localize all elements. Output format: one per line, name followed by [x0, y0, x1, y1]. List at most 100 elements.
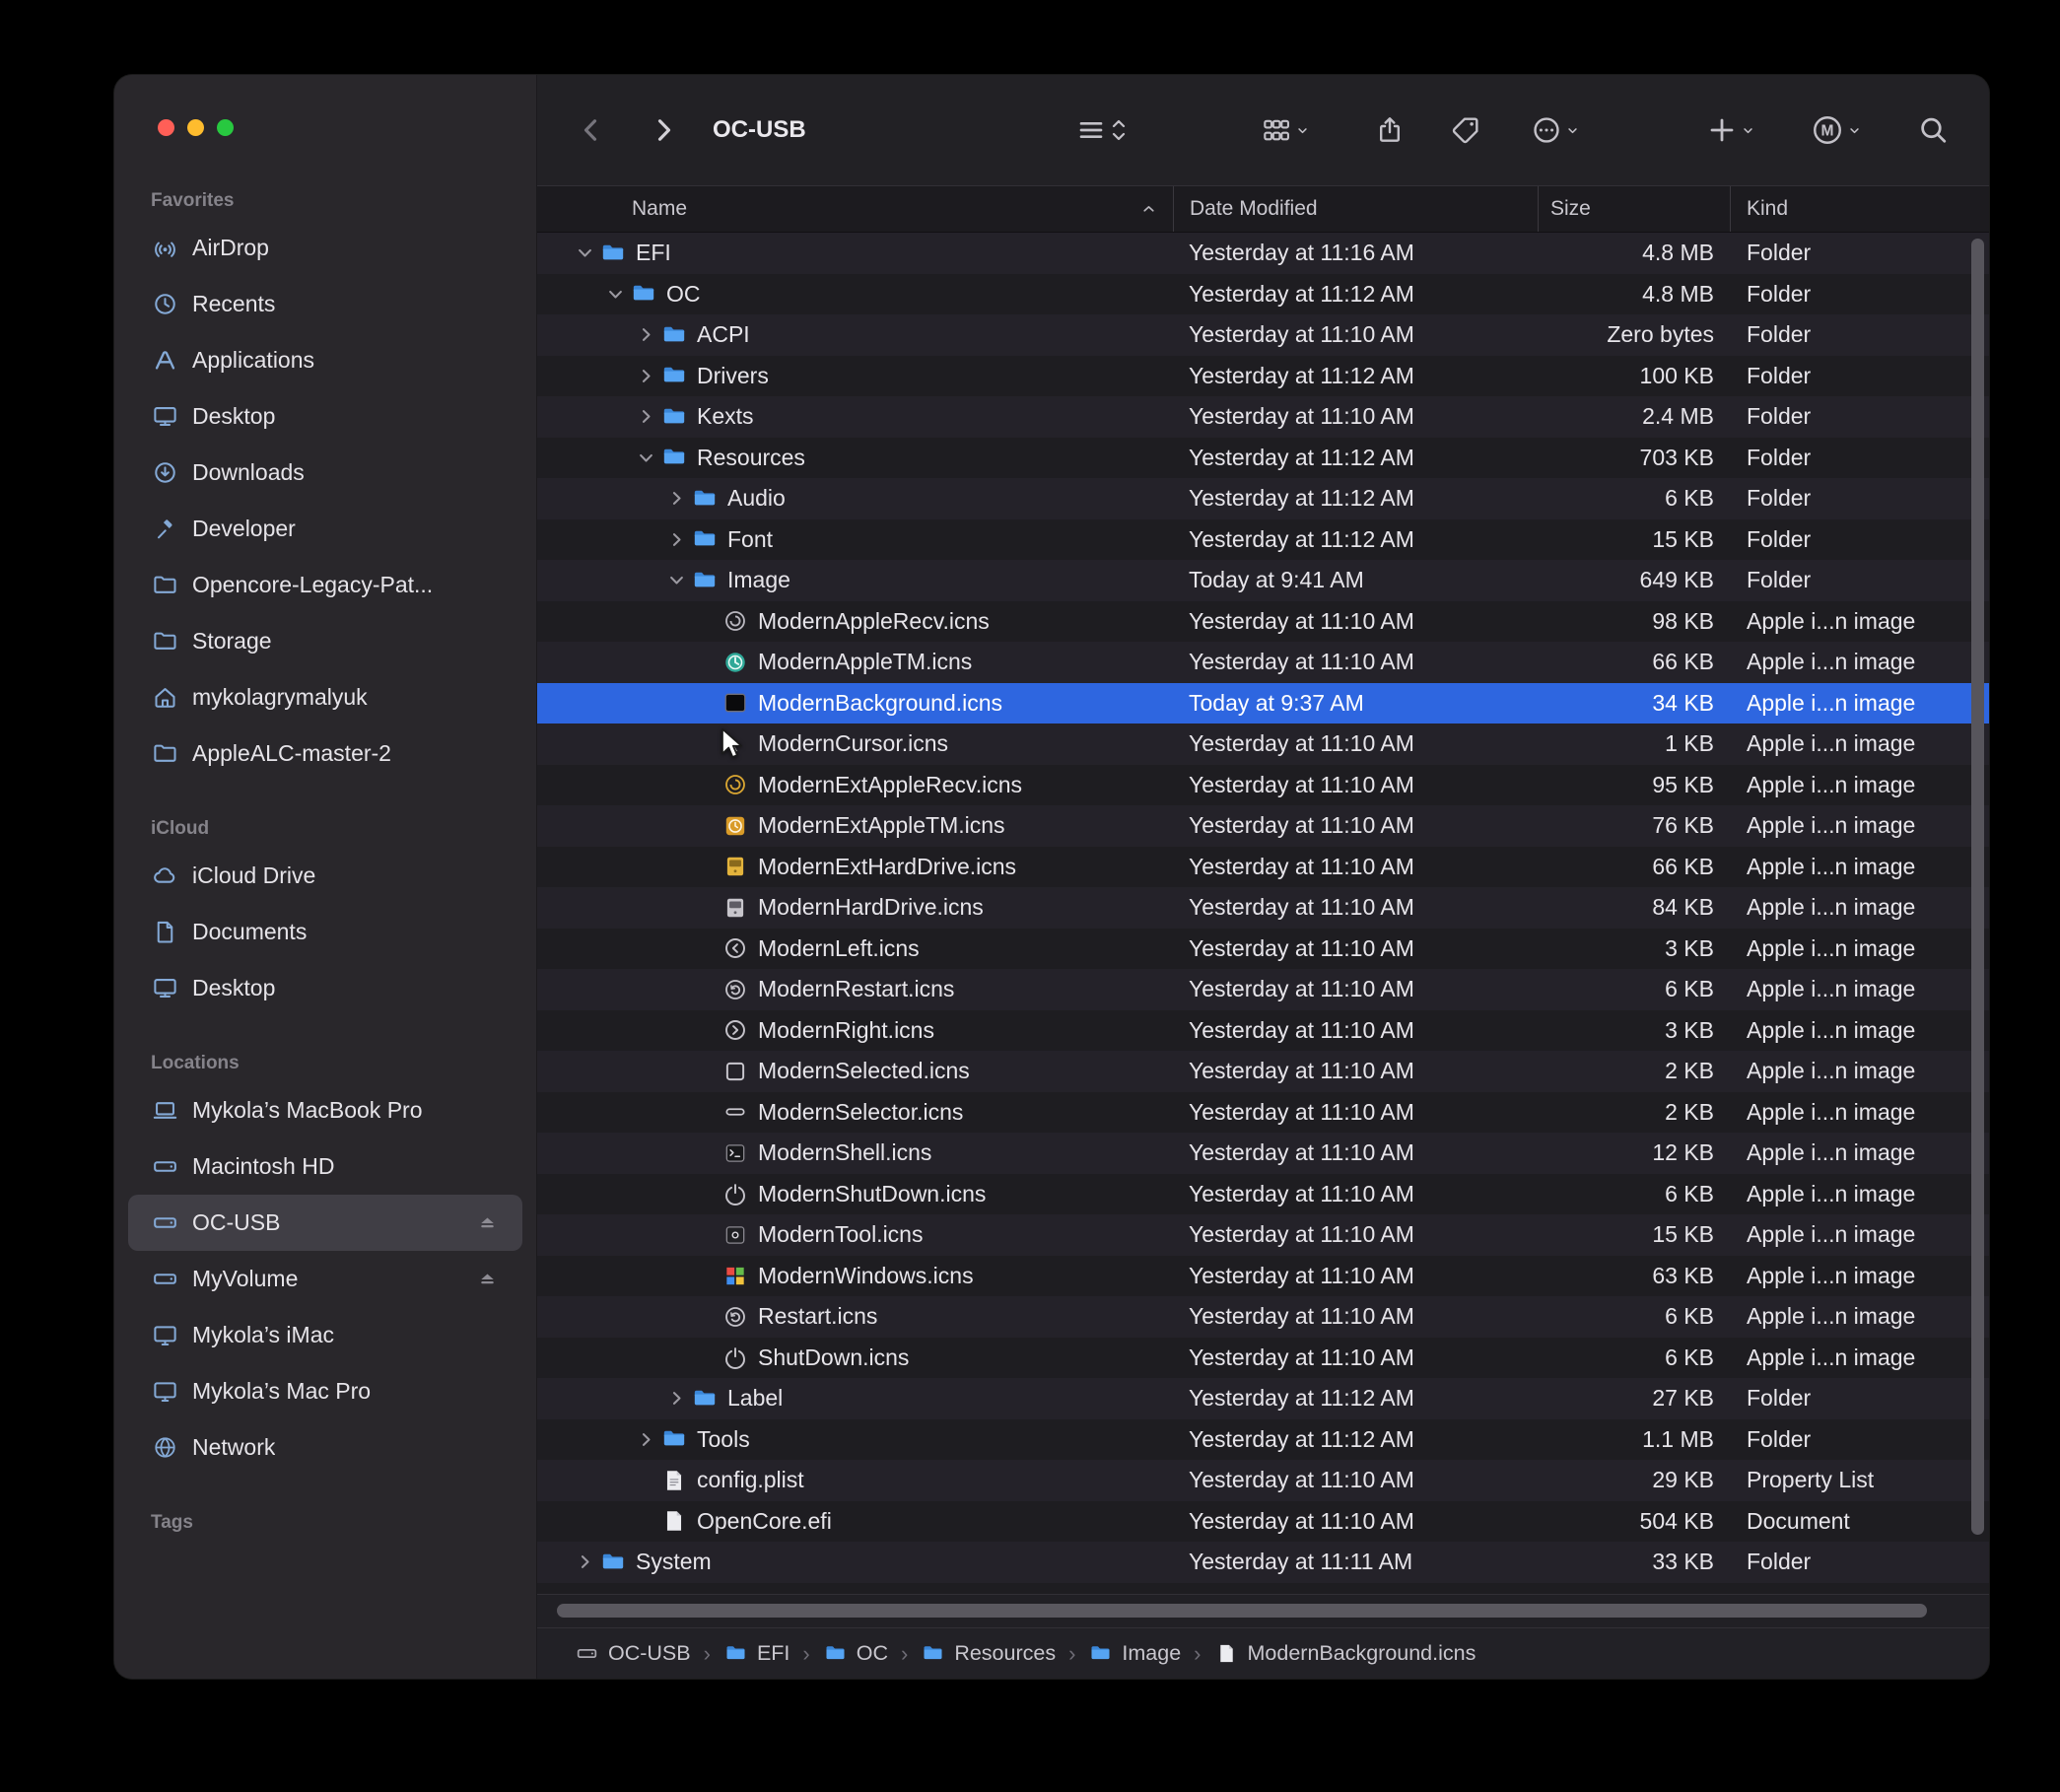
pathbar-item-oc[interactable]: OC: [823, 1641, 888, 1666]
horizontal-scrollbar-thumb[interactable]: [557, 1604, 1927, 1618]
disclosure-chevron[interactable]: [661, 1386, 691, 1412]
desktop-icon: [150, 402, 179, 432]
tag-button[interactable]: [1450, 114, 1481, 146]
file-row-drivers[interactable]: Drivers Yesterday at 11:12 AM 100 KB Fol…: [537, 356, 1989, 397]
back-button[interactable]: [577, 115, 606, 145]
file-row-kexts[interactable]: Kexts Yesterday at 11:10 AM 2.4 MB Folde…: [537, 396, 1989, 438]
file-row-modernextappletm-icns[interactable]: ModernExtAppleTM.icns Yesterday at 11:10…: [537, 805, 1989, 847]
file-row-moderncursor-icns[interactable]: ModernCursor.icns Yesterday at 11:10 AM …: [537, 724, 1989, 765]
file-row-modernshell-icns[interactable]: ModernShell.icns Yesterday at 11:10 AM 1…: [537, 1133, 1989, 1174]
file-row-modernshutdown-icns[interactable]: ModernShutDown.icns Yesterday at 11:10 A…: [537, 1174, 1989, 1215]
sidebar-item-desktop[interactable]: Desktop: [128, 388, 522, 445]
group-by-button[interactable]: [1261, 114, 1310, 146]
file-row-moderntool-icns[interactable]: ModernTool.icns Yesterday at 11:10 AM 15…: [537, 1214, 1989, 1256]
vertical-scrollbar-thumb[interactable]: [1971, 239, 1984, 1535]
eject-icon[interactable]: [476, 1211, 499, 1234]
pathbar-item-modernbackground-icns[interactable]: ModernBackground.icns: [1214, 1641, 1476, 1666]
disclosure-chevron[interactable]: [631, 1426, 660, 1452]
file-row-opencore-efi[interactable]: OpenCore.efi Yesterday at 11:10 AM 504 K…: [537, 1501, 1989, 1543]
horizontal-scrollbar[interactable]: [537, 1594, 1989, 1627]
disclosure-chevron[interactable]: [661, 526, 691, 552]
file-row-modernwindows-icns[interactable]: ModernWindows.icns Yesterday at 11:10 AM…: [537, 1256, 1989, 1297]
sidebar-item-desktop[interactable]: Desktop: [128, 960, 522, 1016]
disclosure-chevron[interactable]: [631, 363, 660, 388]
new-item-button[interactable]: [1706, 114, 1755, 146]
disclosure-chevron[interactable]: [631, 445, 660, 470]
file-row-modernbackground-icns[interactable]: ModernBackground.icns Today at 9:37 AM 3…: [537, 683, 1989, 724]
column-header-size[interactable]: Size: [1538, 186, 1730, 232]
file-row-tools[interactable]: Tools Yesterday at 11:12 AM 1.1 MB Folde…: [537, 1419, 1989, 1461]
file-row-modernleft-icns[interactable]: ModernLeft.icns Yesterday at 11:10 AM 3 …: [537, 929, 1989, 970]
share-button[interactable]: [1374, 114, 1406, 146]
sidebar-item-opencore-legacy-pat[interactable]: Opencore-Legacy-Pat...: [128, 557, 522, 613]
eject-icon[interactable]: [476, 1268, 499, 1290]
file-name-cell: Drivers: [537, 362, 1173, 389]
sidebar-item-myvolume[interactable]: MyVolume: [128, 1251, 522, 1307]
minimize-button[interactable]: [187, 119, 204, 136]
sidebar-item-mykola-s-mac-pro[interactable]: Mykola’s Mac Pro: [128, 1363, 522, 1419]
pathbar-item-image[interactable]: Image: [1088, 1641, 1181, 1666]
file-row-image[interactable]: Image Today at 9:41 AM 649 KB Folder: [537, 560, 1989, 601]
sidebar-item-mykolagrymalyuk[interactable]: mykolagrymalyuk: [128, 669, 522, 725]
disclosure-chevron[interactable]: [631, 404, 660, 430]
sidebar-item-network[interactable]: Network: [128, 1419, 522, 1476]
pathbar-item-efi[interactable]: EFI: [723, 1641, 790, 1666]
file-row-modernselector-icns[interactable]: ModernSelector.icns Yesterday at 11:10 A…: [537, 1092, 1989, 1134]
file-row-modernselected-icns[interactable]: ModernSelected.icns Yesterday at 11:10 A…: [537, 1051, 1989, 1092]
file-row-restart-icns[interactable]: Restart.icns Yesterday at 11:10 AM 6 KB …: [537, 1296, 1989, 1338]
sidebar-item-mykola-s-imac[interactable]: Mykola’s iMac: [128, 1307, 522, 1363]
pathbar-item-oc-usb[interactable]: OC-USB: [575, 1641, 691, 1666]
zoom-button[interactable]: [217, 119, 234, 136]
sidebar-item-mykola-s-macbook-pro[interactable]: Mykola’s MacBook Pro: [128, 1082, 522, 1138]
file-row-shutdown-icns[interactable]: ShutDown.icns Yesterday at 11:10 AM 6 KB…: [537, 1338, 1989, 1379]
file-row-config-plist[interactable]: config.plist Yesterday at 11:10 AM 29 KB…: [537, 1460, 1989, 1501]
search-button[interactable]: [1917, 114, 1950, 147]
disclosure-chevron[interactable]: [661, 568, 691, 593]
account-button[interactable]: M: [1811, 113, 1862, 147]
file-row-audio[interactable]: Audio Yesterday at 11:12 AM 6 KB Folder: [537, 478, 1989, 519]
file-row-efi[interactable]: EFI Yesterday at 11:16 AM 4.8 MB Folder: [537, 233, 1989, 274]
disclosure-chevron[interactable]: [570, 241, 599, 266]
sidebar-item-airdrop[interactable]: AirDrop: [128, 220, 522, 276]
file-date-modified: Yesterday at 11:10 AM: [1173, 1303, 1538, 1330]
column-header-kind[interactable]: Kind: [1730, 186, 1989, 232]
forward-button[interactable]: [649, 115, 678, 145]
pathbar-item-resources[interactable]: Resources: [921, 1641, 1056, 1666]
column-header-name[interactable]: Name: [537, 186, 1173, 232]
file-date-modified: Yesterday at 11:10 AM: [1173, 1467, 1538, 1493]
file-row-modernrestart-icns[interactable]: ModernRestart.icns Yesterday at 11:10 AM…: [537, 969, 1989, 1010]
sidebar-item-icloud-drive[interactable]: iCloud Drive: [128, 848, 522, 904]
sidebar-item-oc-usb[interactable]: OC-USB: [128, 1195, 522, 1251]
file-row-acpi[interactable]: ACPI Yesterday at 11:10 AM Zero bytes Fo…: [537, 314, 1989, 356]
sidebar-item-macintosh-hd[interactable]: Macintosh HD: [128, 1138, 522, 1195]
file-row-resources[interactable]: Resources Yesterday at 11:12 AM 703 KB F…: [537, 438, 1989, 479]
file-row-modernapplerecv-icns[interactable]: ModernAppleRecv.icns Yesterday at 11:10 …: [537, 601, 1989, 643]
file-row-modernright-icns[interactable]: ModernRight.icns Yesterday at 11:10 AM 3…: [537, 1010, 1989, 1052]
sidebar-item-applealc-master-2[interactable]: AppleALC-master-2: [128, 725, 522, 782]
column-header-date-modified[interactable]: Date Modified: [1173, 186, 1538, 232]
disclosure-chevron[interactable]: [570, 1550, 599, 1575]
sidebar-item-developer[interactable]: Developer: [128, 501, 522, 557]
more-actions-button[interactable]: [1531, 114, 1580, 146]
file-row-modernappletm-icns[interactable]: ModernAppleTM.icns Yesterday at 11:10 AM…: [537, 642, 1989, 683]
file-row-oc[interactable]: OC Yesterday at 11:12 AM 4.8 MB Folder: [537, 274, 1989, 315]
file-row-system[interactable]: System Yesterday at 11:11 AM 33 KB Folde…: [537, 1542, 1989, 1583]
file-row-modernextapplerecv-icns[interactable]: ModernExtAppleRecv.icns Yesterday at 11:…: [537, 765, 1989, 806]
file-row-modernharddrive-icns[interactable]: ModernHardDrive.icns Yesterday at 11:10 …: [537, 887, 1989, 929]
sidebar-item-recents[interactable]: Recents: [128, 276, 522, 332]
disclosure-chevron[interactable]: [661, 486, 691, 512]
sidebar-item-storage[interactable]: Storage: [128, 613, 522, 669]
file-row-label[interactable]: Label Yesterday at 11:12 AM 27 KB Folder: [537, 1378, 1989, 1419]
file-row-font[interactable]: Font Yesterday at 11:12 AM 15 KB Folder: [537, 519, 1989, 561]
sidebar-item-downloads[interactable]: Downloads: [128, 445, 522, 501]
disclosure-chevron: [692, 935, 721, 961]
sidebar-item-label: OC-USB: [192, 1209, 280, 1236]
view-mode-button[interactable]: [1075, 114, 1128, 146]
disclosure-chevron[interactable]: [631, 322, 660, 348]
airdrop-icon: [150, 234, 179, 263]
disclosure-chevron[interactable]: [600, 281, 630, 307]
close-button[interactable]: [158, 119, 174, 136]
file-row-modernextharddrive-icns[interactable]: ModernExtHardDrive.icns Yesterday at 11:…: [537, 847, 1989, 888]
sidebar-item-applications[interactable]: Applications: [128, 332, 522, 388]
sidebar-item-documents[interactable]: Documents: [128, 904, 522, 960]
